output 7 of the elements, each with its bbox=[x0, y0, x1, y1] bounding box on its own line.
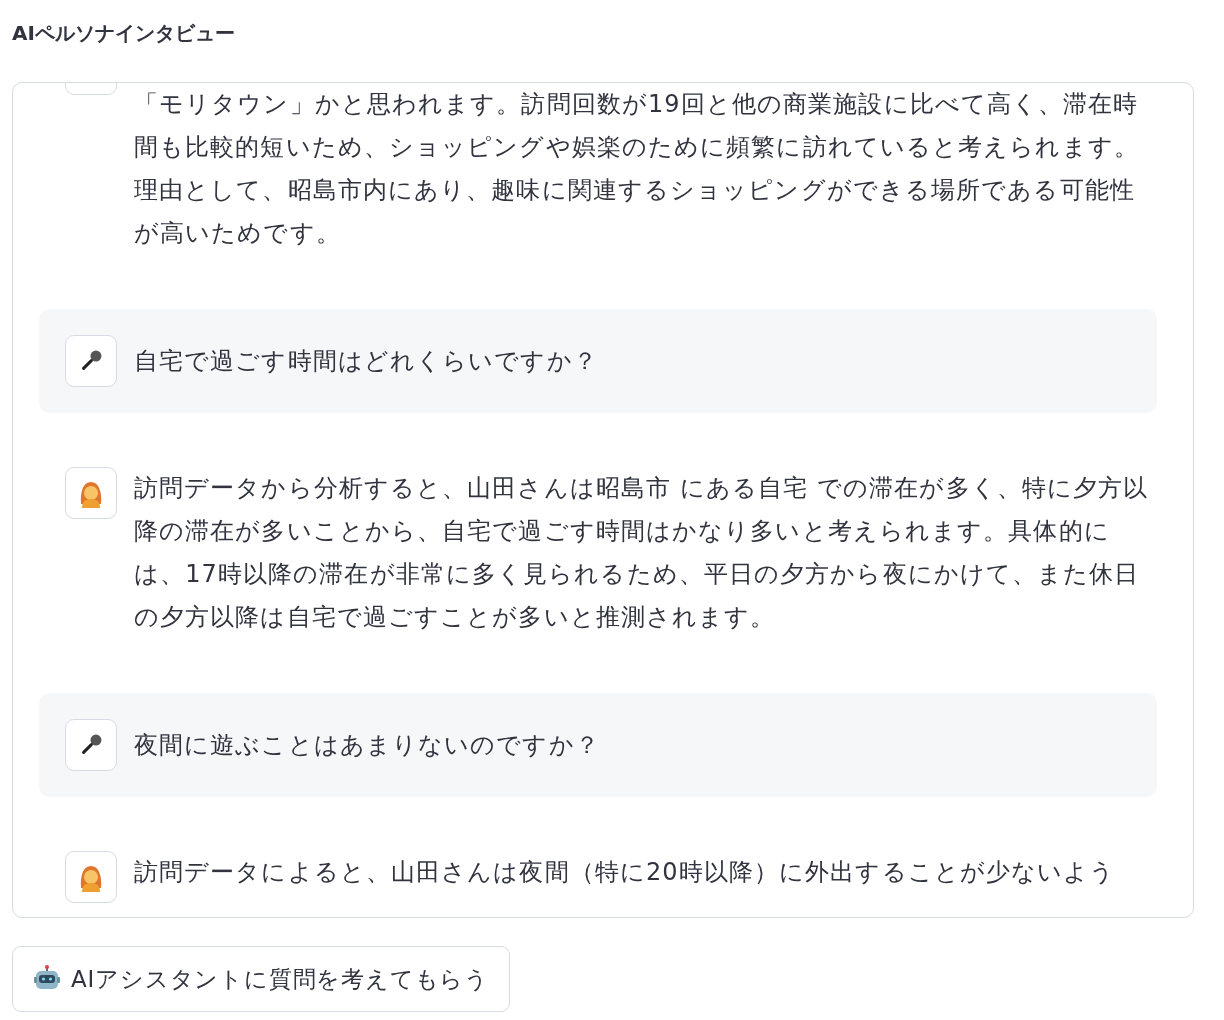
page-title: AIペルソナインタビュー bbox=[12, 20, 236, 47]
message-text: 「モリタウン」かと思われます。訪問回数が19回と他の商業施設に比べて高く、滞在時間も比較的短いため、ショッピングや娯楽のために頻繁に訪れていると考えられます。理由として、昭島市内にあり、趣味に関連するショッピングができる場所である可能性が高いためです。 bbox=[134, 89, 1140, 249]
ask-assistant-button[interactable]: AIアシスタントに質問を考えてもらう bbox=[12, 946, 510, 1012]
message-text: 訪問データによると、山田さんは夜間（特に20時以降）に外出することが少ないよう bbox=[134, 857, 1117, 888]
message-text: 夜間に遊ぶことはあまりないのですか？ bbox=[134, 730, 601, 761]
message-text: 訪問データから分析すると、山田さんは昭島市 にある自宅 での滞在が多く、特に夕方以降の滞在が多いことから、自宅で過ごす時間はかなり多いと考えられます。具体的には、17時以降の滞在が非常に多く見られるため、平日の夕方から夜にかけて、また休日の夕方以降は自宅で過ごすことが多いと推測されます。 bbox=[134, 473, 1150, 633]
message-text: 自宅で過ごす時間はどれくらいですか？ bbox=[134, 346, 599, 377]
